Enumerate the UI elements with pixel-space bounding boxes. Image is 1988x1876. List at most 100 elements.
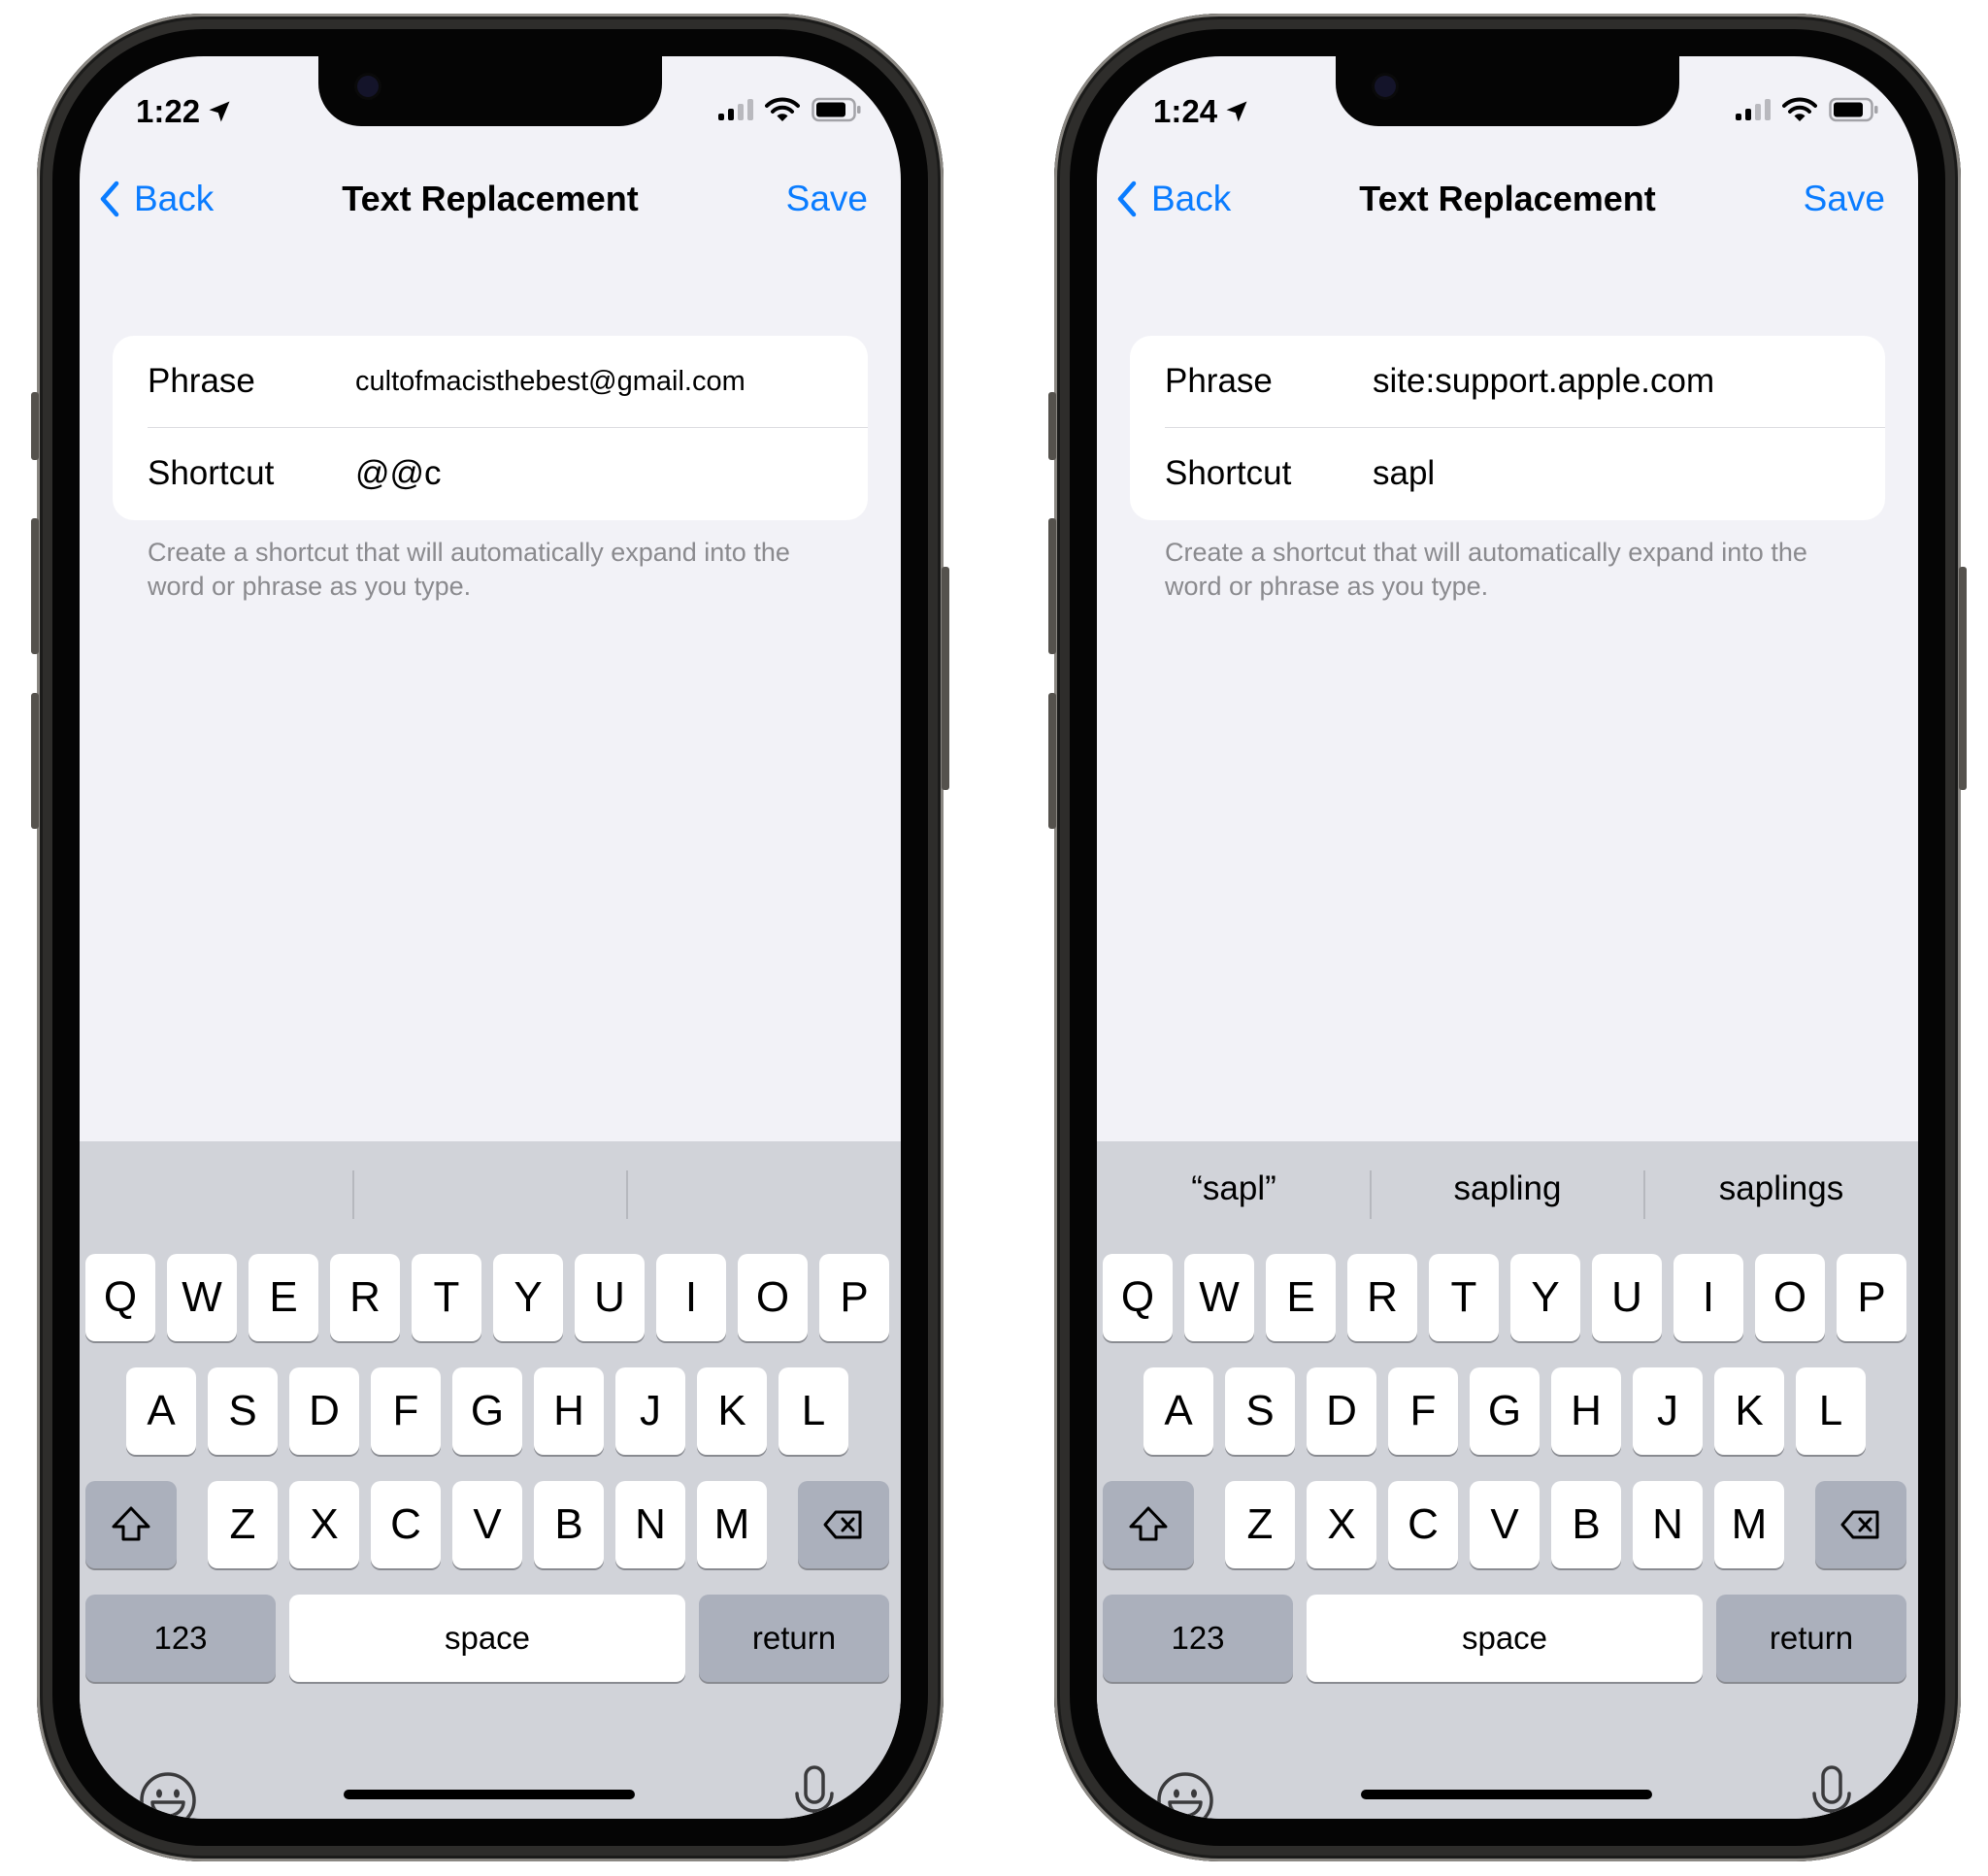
status-icons <box>1736 97 1879 122</box>
delete-key[interactable] <box>1815 1481 1906 1568</box>
shift-key[interactable] <box>1103 1481 1194 1568</box>
phrase-label: Phrase <box>148 362 255 400</box>
emoji-icon[interactable] <box>138 1770 198 1819</box>
key[interactable]: O <box>1755 1254 1825 1341</box>
suggestion-2[interactable] <box>353 1161 627 1217</box>
key[interactable]: H <box>1551 1367 1621 1455</box>
delete-icon <box>1840 1510 1879 1539</box>
status-time: 1:24 <box>1153 93 1250 130</box>
delete-key[interactable] <box>798 1481 889 1568</box>
key[interactable]: U <box>1592 1254 1662 1341</box>
screen: 1:22 Back Text Replacement Save Phrase c… <box>80 56 901 1819</box>
key[interactable]: F <box>371 1367 441 1455</box>
key[interactable]: D <box>289 1367 359 1455</box>
microphone-icon[interactable] <box>792 1764 837 1819</box>
key[interactable]: F <box>1388 1367 1458 1455</box>
key[interactable]: G <box>452 1367 522 1455</box>
key[interactable]: W <box>1184 1254 1254 1341</box>
key[interactable]: P <box>1837 1254 1906 1341</box>
footnote: Create a shortcut that will automaticall… <box>148 538 790 601</box>
key[interactable]: H <box>534 1367 604 1455</box>
key[interactable]: B <box>1551 1481 1621 1568</box>
key[interactable]: B <box>534 1481 604 1568</box>
key[interactable]: P <box>819 1254 889 1341</box>
keyboard: Q W E R T Y U I O P A S D F G H J K L Z … <box>80 1141 901 1819</box>
key[interactable]: O <box>738 1254 808 1341</box>
delete-icon <box>823 1510 862 1539</box>
phrase-row[interactable]: Phrase cultofmacisthebest@gmail.com <box>148 336 868 428</box>
microphone-icon[interactable] <box>1809 1764 1854 1819</box>
numbers-key[interactable]: 123 <box>85 1595 276 1682</box>
key[interactable]: Z <box>1225 1481 1295 1568</box>
home-indicator[interactable] <box>344 1790 635 1799</box>
key[interactable]: A <box>1143 1367 1213 1455</box>
key[interactable]: S <box>208 1367 278 1455</box>
key[interactable]: R <box>1347 1254 1417 1341</box>
key[interactable]: J <box>1633 1367 1703 1455</box>
phrase-input[interactable]: site:support.apple.com <box>1373 362 1714 401</box>
shortcut-row[interactable]: Shortcut sapl <box>1165 428 1885 519</box>
space-key[interactable]: space <box>1307 1595 1703 1682</box>
key[interactable]: M <box>1714 1481 1784 1568</box>
key[interactable]: I <box>656 1254 726 1341</box>
key[interactable]: A <box>126 1367 196 1455</box>
key[interactable]: K <box>1714 1367 1784 1455</box>
volume-down-button <box>1048 693 1056 829</box>
key[interactable]: N <box>1633 1481 1703 1568</box>
key[interactable]: Y <box>493 1254 563 1341</box>
key[interactable]: K <box>697 1367 767 1455</box>
suggestion-1[interactable]: “sapl” <box>1097 1161 1371 1217</box>
mute-switch <box>31 392 39 460</box>
return-key[interactable]: return <box>1716 1595 1906 1682</box>
key[interactable]: S <box>1225 1367 1295 1455</box>
phrase-input[interactable]: cultofmacisthebest@gmail.com <box>355 366 746 398</box>
key[interactable]: Q <box>85 1254 155 1341</box>
save-button[interactable]: Save <box>1804 179 1885 219</box>
key[interactable]: D <box>1307 1367 1376 1455</box>
key[interactable]: W <box>167 1254 237 1341</box>
key[interactable]: Q <box>1103 1254 1173 1341</box>
suggestion-1[interactable] <box>80 1161 353 1217</box>
key[interactable]: E <box>248 1254 318 1341</box>
emoji-icon[interactable] <box>1155 1770 1215 1819</box>
numbers-key[interactable]: 123 <box>1103 1595 1293 1682</box>
key[interactable]: R <box>330 1254 400 1341</box>
key[interactable]: T <box>412 1254 481 1341</box>
suggestion-2[interactable]: sapling <box>1371 1161 1644 1217</box>
notch <box>318 56 662 126</box>
wifi-icon <box>765 97 800 121</box>
key[interactable]: Y <box>1510 1254 1580 1341</box>
shortcut-row[interactable]: Shortcut @@c <box>148 428 868 519</box>
shortcut-input[interactable]: @@c <box>355 454 442 493</box>
key[interactable]: J <box>615 1367 685 1455</box>
key[interactable]: E <box>1266 1254 1336 1341</box>
key[interactable]: C <box>371 1481 441 1568</box>
page-title: Text Replacement <box>342 179 639 218</box>
suggestion-3[interactable]: saplings <box>1644 1161 1918 1217</box>
space-key[interactable]: space <box>289 1595 685 1682</box>
key[interactable]: I <box>1673 1254 1743 1341</box>
key[interactable]: X <box>289 1481 359 1568</box>
key[interactable]: X <box>1307 1481 1376 1568</box>
key[interactable]: M <box>697 1481 767 1568</box>
key[interactable]: G <box>1470 1367 1540 1455</box>
phrase-row[interactable]: Phrase site:support.apple.com <box>1165 336 1885 428</box>
wifi-icon <box>1782 97 1817 121</box>
front-camera <box>1375 76 1396 97</box>
key[interactable]: N <box>615 1481 685 1568</box>
key[interactable]: T <box>1429 1254 1499 1341</box>
shortcut-input[interactable]: sapl <box>1373 454 1435 493</box>
shift-key[interactable] <box>85 1481 177 1568</box>
key[interactable]: L <box>779 1367 848 1455</box>
key[interactable]: Z <box>208 1481 278 1568</box>
key[interactable]: L <box>1796 1367 1866 1455</box>
key[interactable]: U <box>575 1254 645 1341</box>
location-arrow-icon <box>1226 101 1247 122</box>
save-button[interactable]: Save <box>786 179 868 219</box>
key[interactable]: V <box>452 1481 522 1568</box>
home-indicator[interactable] <box>1361 1790 1652 1799</box>
return-key[interactable]: return <box>699 1595 889 1682</box>
key[interactable]: C <box>1388 1481 1458 1568</box>
suggestion-3[interactable] <box>627 1161 901 1217</box>
key[interactable]: V <box>1470 1481 1540 1568</box>
